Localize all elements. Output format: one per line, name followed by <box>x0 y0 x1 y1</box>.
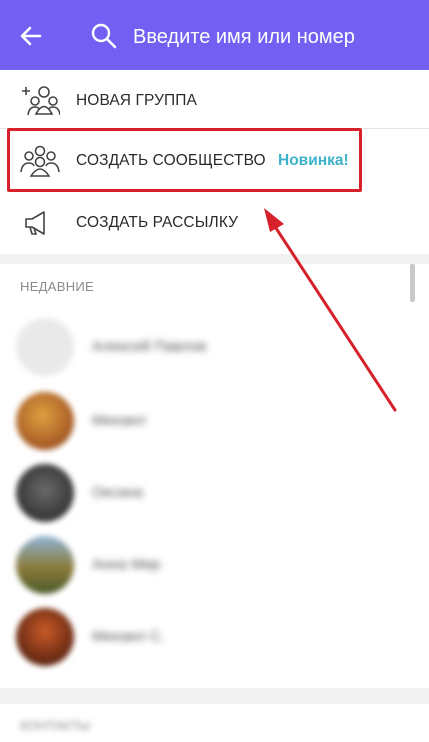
create-broadcast-label: СОЗДАТЬ РАССЫЛКУ <box>76 214 239 231</box>
search-input[interactable] <box>133 20 403 54</box>
create-broadcast-item[interactable]: СОЗДАТЬ РАССЫЛКУ <box>0 192 429 254</box>
app-top-bar <box>0 0 429 70</box>
add-group-icon <box>22 86 60 116</box>
avatar <box>16 318 74 376</box>
contact-row[interactable]: Михаил <box>0 386 429 456</box>
avatar <box>16 392 74 450</box>
contact-name: Алексей Павлов <box>92 338 207 355</box>
section-separator <box>0 688 429 704</box>
recent-section-title: НЕДАВНИЕ <box>20 279 95 294</box>
arrow-left-icon[interactable] <box>18 23 44 49</box>
new-group-label: НОВАЯ ГРУППА <box>76 92 197 109</box>
avatar <box>16 464 74 522</box>
new-group-item[interactable]: НОВАЯ ГРУППА <box>0 70 429 132</box>
megaphone-icon <box>25 211 45 235</box>
contact-row[interactable]: Алексей Павлов <box>0 312 429 382</box>
contact-name: Михаил С. <box>92 628 165 645</box>
contact-name: Михаил <box>92 412 146 429</box>
search-icon[interactable] <box>90 22 118 50</box>
contact-name: Оксана <box>92 484 143 501</box>
contact-row[interactable]: Михаил С. <box>0 602 429 672</box>
section-separator <box>0 254 429 264</box>
highlight-frame <box>7 128 362 192</box>
contact-name: Анна Мир <box>92 556 161 573</box>
contact-row[interactable]: Оксана <box>0 458 429 528</box>
contacts-section-title: КОНТАКТЫ <box>20 718 91 733</box>
scrollbar[interactable] <box>410 264 415 302</box>
avatar <box>16 608 74 666</box>
avatar <box>16 536 74 594</box>
contact-row[interactable]: Анна Мир <box>0 530 429 600</box>
